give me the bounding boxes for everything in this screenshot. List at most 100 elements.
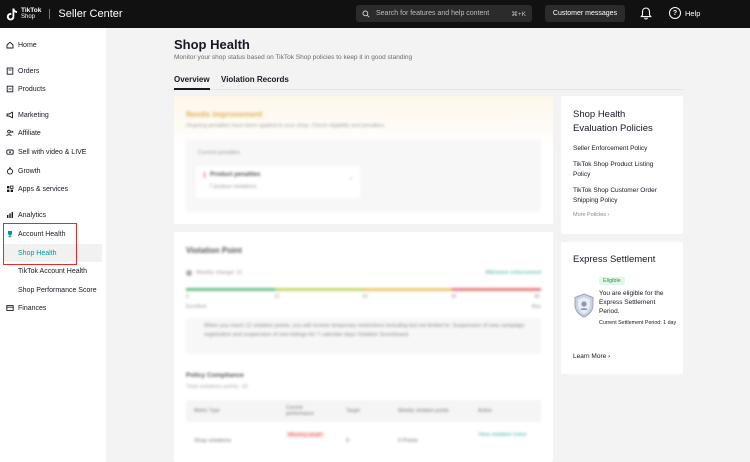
table-cell: 0 Points [398, 438, 418, 444]
sidebar-item-label: Finances [18, 304, 47, 312]
current-penalties-panel: Current penalties Product penalties 7 pr… [186, 140, 541, 212]
search-shortcut: ⌘+K [511, 10, 526, 18]
max-label: Max [531, 304, 541, 310]
policy-compliance-title: Policy Compliance [186, 372, 244, 379]
app-title: Seller Center [58, 8, 123, 20]
search-placeholder: Search for features and help content [376, 10, 490, 17]
column-header: Action [478, 408, 492, 414]
sidebar-item-sell-video-live[interactable]: Sell with video & LIVE [0, 143, 106, 161]
tab-overview[interactable]: Overview [174, 75, 210, 84]
settlement-period: Current Settlement Period: 1 day [599, 320, 677, 326]
orders-icon [6, 67, 14, 75]
top-bar: TikTok Shop Seller Center Search for fea… [0, 0, 750, 28]
product-penalties-card[interactable]: Product penalties 7 product violations › [196, 166, 360, 198]
status-dot-icon [186, 270, 192, 276]
page-title: Shop Health [174, 37, 250, 52]
sidebar-item-label: Marketing [18, 111, 49, 119]
tiktok-shop-logo[interactable]: TikTok Shop [6, 7, 41, 21]
sidebar-item-products[interactable]: Products [0, 80, 106, 98]
customer-messages-button[interactable]: Customer messages [545, 5, 625, 22]
page-subtitle: Monitor your shop status based on TikTok… [174, 54, 413, 61]
needs-improvement-card: Needs improvement Ongoing penalties have… [174, 96, 553, 224]
express-settlement-card: Express Settlement Eligible You are elig… [561, 242, 683, 374]
more-policies-link[interactable]: More Policies › [573, 212, 671, 218]
sidebar-item-label: Products [18, 85, 46, 93]
finances-icon [6, 304, 14, 312]
highlight-annotation-box [3, 223, 77, 265]
column-header: Weekly violation points [398, 408, 449, 414]
violation-note: When you reach 12 violation points, you … [186, 318, 541, 354]
sidebar-item-shop-performance-score[interactable]: Shop Performance Score [0, 281, 106, 299]
product-violations-count: 7 product violations [209, 184, 257, 190]
growth-icon [6, 167, 14, 175]
video-icon [6, 148, 14, 156]
tick-label: 12 [274, 294, 280, 300]
table-cell: 0 [346, 438, 350, 444]
sidebar-item-label: Affiliate [18, 129, 41, 137]
violation-point-title: Violation Point [186, 246, 242, 255]
needs-improvement-title: Needs improvement [186, 110, 263, 119]
evaluation-policies-card: Shop Health Evaluation Policies Seller E… [561, 96, 683, 234]
policy-link-product-listing[interactable]: TikTok Shop Product Listing Policy [573, 160, 671, 180]
help-icon: ? [669, 7, 681, 19]
column-header: Metric Type [194, 408, 220, 414]
tick-label: 24 [362, 294, 368, 300]
sidebar-item-growth[interactable]: Growth [0, 162, 106, 180]
sidebar-item-label: Orders [18, 67, 40, 75]
tabs-divider [174, 89, 683, 90]
active-tab-indicator [174, 88, 210, 90]
express-settlement-title: Express Settlement [573, 254, 656, 265]
excellent-label: Excellent [186, 304, 207, 310]
tab-violation-records[interactable]: Violation Records [221, 75, 289, 84]
policy-compliance-subtitle: Total violations points: 18 [186, 384, 248, 390]
view-violation-link[interactable]: View violation notes [478, 432, 528, 438]
evaluation-policies-title: Shop Health Evaluation Policies [573, 109, 653, 134]
sidebar-item-affiliate[interactable]: Affiliate [0, 124, 106, 142]
table-cell: Shop violations [194, 438, 232, 444]
chevron-right-icon: › [350, 176, 352, 182]
shield-badge-icon [574, 293, 594, 318]
tiktok-note-icon [6, 8, 18, 21]
policy-link-order-shipping[interactable]: TikTok Shop Customer Order Shipping Poli… [573, 186, 671, 206]
status-badge: Missing target [286, 432, 325, 438]
milestone-enforcement-link[interactable]: Milestone enforcement [485, 270, 541, 276]
sidebar-item-analytics[interactable]: Analytics [0, 206, 106, 224]
eligibility-text: You are eligible for the Express Settlem… [599, 290, 664, 315]
bell-icon[interactable] [640, 7, 652, 20]
policy-link-seller-enforcement[interactable]: Seller Enforcement Policy [573, 144, 671, 154]
help-label: Help [685, 8, 701, 18]
search-icon [362, 9, 370, 18]
column-header: Target [346, 408, 360, 414]
users-icon [6, 129, 14, 137]
tick-label: 48 [534, 294, 540, 300]
violation-point-card: Violation Point Weekly change: 11 Milest… [174, 232, 553, 462]
help-button[interactable]: ? Help [669, 7, 700, 19]
home-icon [6, 41, 14, 49]
policy-table-header: Metric Type Current performance Target W… [186, 400, 541, 422]
sidebar-item-home[interactable]: Home [0, 36, 106, 54]
analytics-icon [6, 211, 14, 219]
sidebar-item-label: Analytics [18, 211, 47, 219]
sidebar-item-label: Growth [18, 167, 41, 175]
violation-progress-bar [186, 288, 541, 291]
search-input[interactable]: Search for features and help content ⌘+K [356, 5, 532, 22]
logo-line-shop: Shop [21, 14, 36, 20]
current-penalties-label: Current penalties [198, 150, 240, 156]
product-penalties-label: Product penalties [204, 172, 260, 178]
sidebar-item-label: Shop Performance Score [18, 286, 97, 294]
apps-grid-icon [6, 185, 14, 193]
sidebar-item-label: Sell with video & LIVE [18, 148, 87, 156]
divider [49, 9, 51, 19]
sidebar-item-orders[interactable]: Orders [0, 62, 106, 80]
tick-label: 0 [186, 294, 189, 300]
sidebar-item-apps-services[interactable]: Apps & services [0, 180, 106, 198]
sidebar-item-label: Apps & services [18, 185, 69, 193]
weekly-change: Weekly change: 11 [196, 270, 243, 276]
learn-more-link[interactable]: Learn More › [573, 353, 610, 360]
sidebar-item-marketing[interactable]: Marketing [0, 106, 106, 124]
sidebar-item-label: TikTok Account Health [18, 267, 87, 275]
eligible-badge: Eligible [599, 277, 625, 285]
megaphone-icon [6, 111, 14, 119]
sidebar-item-finances[interactable]: Finances [0, 299, 106, 317]
sidebar-item-label: Home [18, 41, 37, 49]
